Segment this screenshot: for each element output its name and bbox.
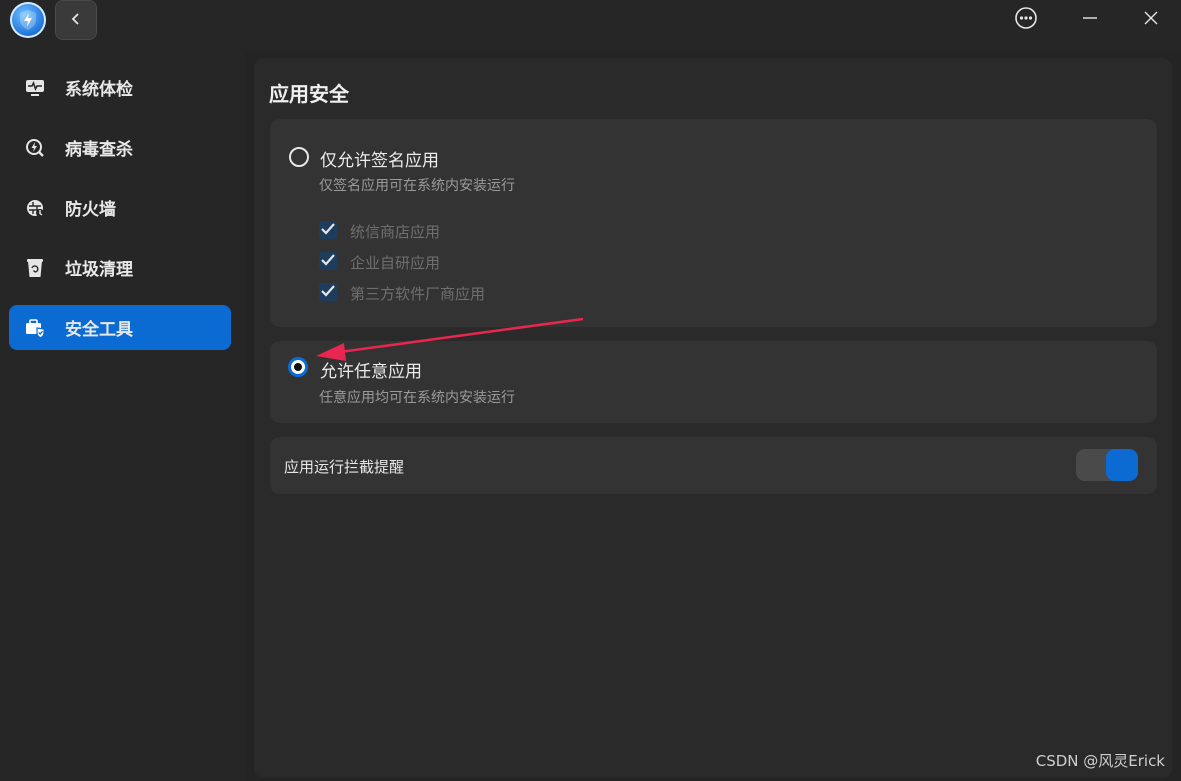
- any-apps-title[interactable]: 允许任意应用: [320, 357, 422, 382]
- sidebar: 系统体检 病毒查杀 防火墙 垃圾清理 安全工具: [0, 50, 245, 781]
- sidebar-item-system-check[interactable]: 系统体检: [9, 65, 231, 110]
- sidebar-item-cleanup[interactable]: 垃圾清理: [9, 245, 231, 290]
- minimize-icon: [1082, 10, 1098, 30]
- signed-apps-title[interactable]: 仅允许签名应用: [320, 146, 439, 171]
- intercept-alert-toggle[interactable]: [1076, 449, 1138, 481]
- store-apps-checkbox[interactable]: [319, 221, 337, 239]
- main-panel: 应用安全 仅允许签名应用 仅签名应用可在系统内安装运行 统信商店应用 企业自研应…: [254, 58, 1172, 778]
- minimize-button[interactable]: [1070, 4, 1110, 36]
- signed-apps-card: 仅允许签名应用 仅签名应用可在系统内安装运行 统信商店应用 企业自研应用 第三方…: [270, 119, 1157, 327]
- checkmark-icon: [320, 283, 336, 302]
- title-bar: [0, 0, 1181, 50]
- sidebar-item-label: 防火墙: [65, 200, 116, 220]
- back-button[interactable]: [55, 0, 97, 40]
- any-apps-radio[interactable]: [288, 357, 308, 377]
- checkmark-icon: [320, 221, 336, 240]
- shield-bolt-icon: [10, 2, 46, 38]
- vendor-apps-checkbox[interactable]: [319, 283, 337, 301]
- sidebar-item-virus-scan[interactable]: 病毒查杀: [9, 125, 231, 170]
- virus-scan-icon: [24, 137, 46, 159]
- toolbox-icon: [24, 317, 46, 339]
- vendor-apps-label: 第三方软件厂商应用: [350, 285, 486, 303]
- store-apps-label: 统信商店应用: [350, 223, 441, 241]
- watermark: CSDN @风灵Erick: [1035, 752, 1165, 770]
- monitor-pulse-icon: [24, 77, 46, 99]
- close-icon: [1143, 10, 1159, 30]
- intercept-alert-card: 应用运行拦截提醒: [270, 437, 1157, 494]
- signed-apps-description: 仅签名应用可在系统内安装运行: [319, 178, 515, 194]
- trash-icon: [24, 257, 46, 279]
- enterprise-apps-checkbox[interactable]: [319, 252, 337, 270]
- checkmark-icon: [320, 252, 336, 271]
- any-apps-description: 任意应用均可在系统内安装运行: [319, 390, 515, 406]
- sidebar-item-label: 病毒查杀: [65, 140, 133, 160]
- sidebar-item-label: 系统体检: [65, 80, 133, 100]
- sidebar-item-label: 安全工具: [65, 320, 133, 340]
- signed-apps-radio[interactable]: [289, 147, 309, 167]
- intercept-alert-label: 应用运行拦截提醒: [284, 458, 405, 476]
- toggle-knob: [1106, 449, 1138, 481]
- enterprise-apps-label: 企业自研应用: [350, 254, 441, 272]
- page-title: 应用安全: [269, 82, 349, 106]
- more-icon: [1014, 6, 1038, 34]
- any-apps-card: 允许任意应用 任意应用均可在系统内安装运行: [270, 341, 1157, 423]
- more-button[interactable]: [1006, 4, 1046, 36]
- sidebar-item-label: 垃圾清理: [65, 260, 133, 280]
- sidebar-item-security-tools[interactable]: 安全工具: [9, 305, 231, 350]
- chevron-left-icon: [71, 11, 81, 30]
- firewall-icon: [24, 197, 46, 219]
- close-button[interactable]: [1131, 4, 1171, 36]
- sidebar-item-firewall[interactable]: 防火墙: [9, 185, 231, 230]
